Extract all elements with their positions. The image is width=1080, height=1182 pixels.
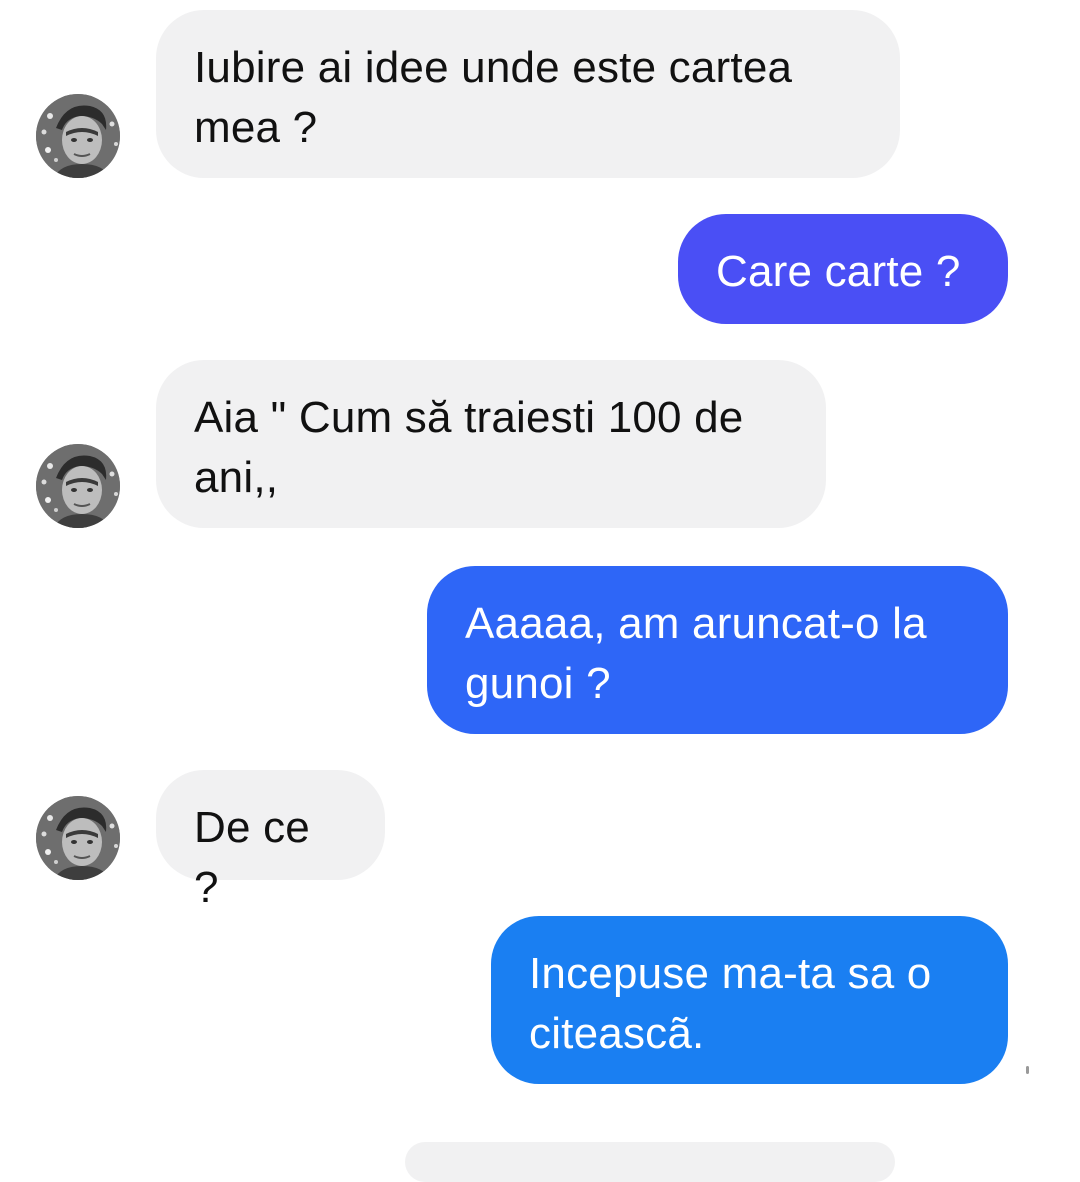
- incoming-message-bubble[interactable]: De ce ?: [156, 770, 385, 912]
- outgoing-message-bubble[interactable]: Aaaaa, am aruncat-o la gunoi ?: [427, 566, 1008, 734]
- contact-avatar[interactable]: [36, 796, 120, 880]
- chat-thread: Iubire ai idee unde este cartea mea ? Ca…: [0, 0, 1080, 1182]
- avatar-photo: [36, 94, 120, 178]
- incoming-message-bubble[interactable]: Iubire ai idee unde este cartea mea ?: [156, 10, 900, 178]
- outgoing-message-bubble[interactable]: Care carte ?: [678, 214, 1008, 324]
- contact-avatar[interactable]: [36, 444, 120, 528]
- scroll-indicator: [1026, 1066, 1029, 1074]
- incoming-message-bubble[interactable]: Aia " Cum să traiesti 100 de ani,,: [156, 360, 826, 528]
- outgoing-message-bubble[interactable]: Incepuse ma-ta sa o citeascã.: [491, 916, 1008, 1084]
- partial-message-bubble[interactable]: [405, 1142, 895, 1182]
- avatar-photo: [36, 796, 120, 880]
- avatar-photo: [36, 444, 120, 528]
- contact-avatar[interactable]: [36, 94, 120, 178]
